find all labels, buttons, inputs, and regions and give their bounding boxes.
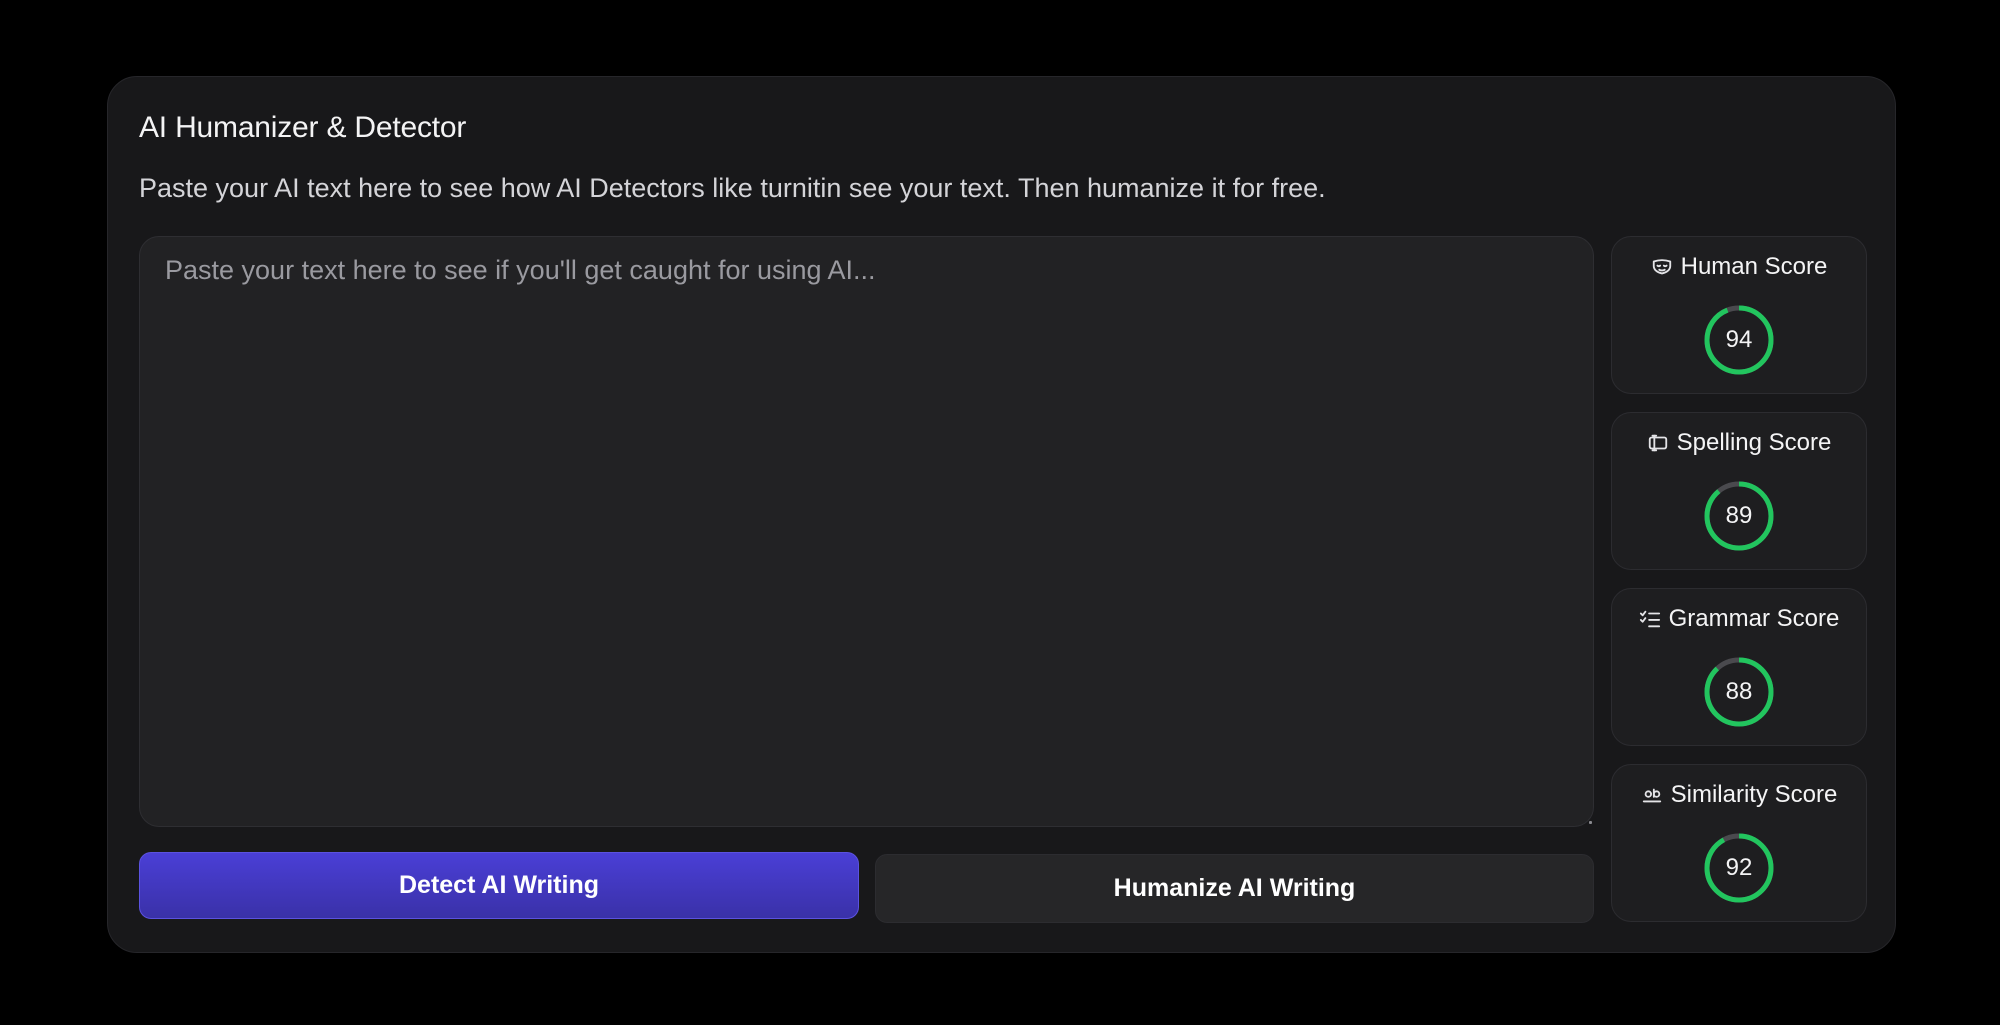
score-card-spelling: Spelling Score 89 bbox=[1611, 412, 1867, 570]
score-value: 89 bbox=[1725, 502, 1753, 529]
score-value: 94 bbox=[1725, 326, 1753, 353]
score-ring: 94 bbox=[1702, 303, 1776, 377]
checklist-icon bbox=[1639, 608, 1661, 630]
score-value: 92 bbox=[1725, 854, 1753, 881]
score-card-grammar: Grammar Score 88 bbox=[1611, 588, 1867, 746]
mask-icon bbox=[1651, 256, 1673, 278]
score-header: Similarity Score bbox=[1612, 781, 1866, 809]
humanizer-card: AI Humanizer & Detector Paste your AI te… bbox=[107, 76, 1896, 953]
score-header: Spelling Score bbox=[1612, 429, 1866, 457]
spelling-icon bbox=[1647, 432, 1669, 454]
score-card-similarity: Similarity Score 92 bbox=[1611, 764, 1867, 922]
score-card-human: Human Score 94 bbox=[1611, 236, 1867, 394]
score-label: Grammar Score bbox=[1668, 605, 1840, 632]
score-ring: 88 bbox=[1702, 655, 1776, 729]
page-title: AI Humanizer & Detector bbox=[139, 111, 467, 144]
page-subtitle: Paste your AI text here to see how AI De… bbox=[139, 173, 1326, 203]
similarity-icon bbox=[1641, 784, 1663, 806]
text-input[interactable] bbox=[139, 236, 1594, 827]
score-ring: 92 bbox=[1702, 831, 1776, 905]
score-label: Similarity Score bbox=[1670, 781, 1838, 808]
humanize-ai-button[interactable]: Humanize AI Writing bbox=[875, 854, 1594, 923]
score-header: Grammar Score bbox=[1612, 605, 1866, 633]
score-label: Spelling Score bbox=[1676, 429, 1832, 456]
detect-ai-button[interactable]: Detect AI Writing bbox=[139, 852, 859, 919]
score-value: 88 bbox=[1725, 678, 1753, 705]
score-ring: 89 bbox=[1702, 479, 1776, 553]
score-label: Human Score bbox=[1680, 253, 1828, 280]
score-header: Human Score bbox=[1612, 253, 1866, 281]
resize-handle[interactable] bbox=[1589, 821, 1592, 824]
